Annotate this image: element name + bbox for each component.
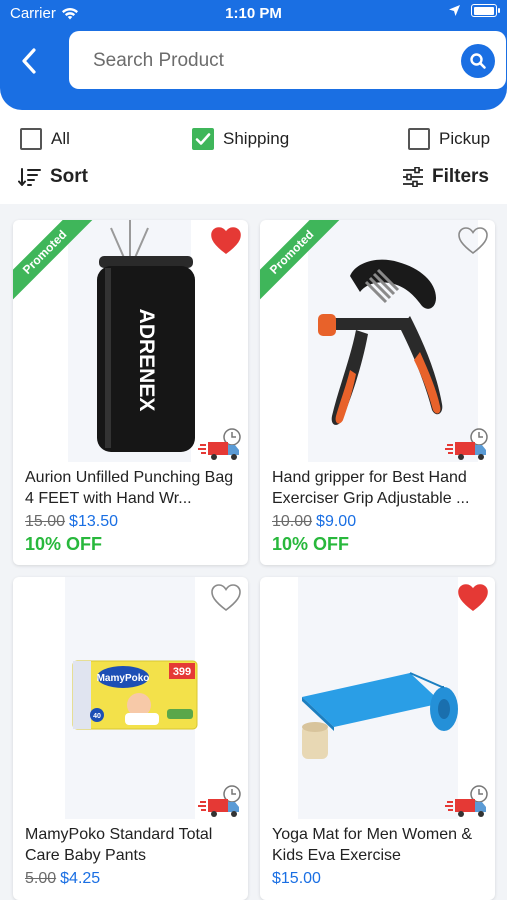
filter-option-shipping[interactable]: Shipping <box>192 128 289 150</box>
back-button[interactable] <box>14 44 44 78</box>
product-title: Yoga Mat for Men Women & Kids Eva Exerci… <box>272 826 473 864</box>
sort-icon <box>18 168 41 186</box>
filter-sliders-icon <box>402 167 423 187</box>
delivery-truck-icon <box>198 428 241 460</box>
original-price: 5.00 <box>25 870 57 887</box>
product-image: MamyPoko 399 40 <box>13 577 248 819</box>
sale-price: $15.00 <box>272 870 321 887</box>
checkbox-all[interactable] <box>20 128 42 150</box>
search-input[interactable] <box>93 47 443 75</box>
checkmark-icon <box>195 133 211 145</box>
original-price: 10.00 <box>272 513 313 530</box>
heart-icon[interactable] <box>210 226 242 256</box>
sort-label: Sort <box>50 166 88 187</box>
discount-label: 10% OFF <box>272 534 350 554</box>
product-title: MamyPoko Standard Total Care Baby Pants <box>25 826 213 864</box>
filter-option-pickup[interactable]: Pickup <box>408 128 490 150</box>
product-title: Aurion Unfilled Punching Bag 4 FEET with… <box>25 469 234 507</box>
checkbox-shipping[interactable] <box>192 128 214 150</box>
product-card[interactable]: Promoted Hand gripper for Best Hand Exer… <box>260 220 495 565</box>
location-arrow-icon <box>449 5 460 16</box>
heart-icon[interactable] <box>457 226 489 256</box>
heart-icon[interactable] <box>457 583 489 613</box>
delivery-truck-icon <box>445 785 488 817</box>
delivery-truck-icon <box>198 785 241 817</box>
brand-text: ADRENEX <box>135 309 158 412</box>
sort-button[interactable]: Sort <box>18 166 88 188</box>
filter-option-label: Shipping <box>223 129 290 148</box>
filter-option-label: Pickup <box>439 129 491 148</box>
app-header: Carrier 1:10 PM <box>0 0 507 110</box>
search-icon <box>470 53 486 69</box>
search-bar <box>69 31 506 89</box>
baby-pants-image: MamyPoko 399 40 <box>65 577 198 819</box>
status-time: 1:10 PM <box>225 5 282 22</box>
product-grid: ADRENEX Promoted Aurion Unfilled Punchin… <box>0 204 507 900</box>
filters-button[interactable]: Filters <box>402 166 489 188</box>
pack-count-text: 40 <box>93 713 101 720</box>
product-title: Hand gripper for Best Hand Exerciser Gri… <box>272 469 470 507</box>
search-button[interactable] <box>461 44 495 78</box>
filter-option-all[interactable]: All <box>20 128 70 150</box>
sale-price: $4.25 <box>60 870 101 887</box>
sort-filter-bar: Sort Filters <box>0 166 507 194</box>
delivery-truck-icon <box>445 428 488 460</box>
yoga-mat-image <box>298 577 458 819</box>
sale-price: $13.50 <box>69 513 118 530</box>
product-card[interactable]: ADRENEX Promoted Aurion Unfilled Punchin… <box>13 220 248 565</box>
pack-price-text: 399 <box>173 666 191 678</box>
filter-option-label: All <box>51 129 70 148</box>
product-image: Promoted <box>260 220 495 462</box>
product-card[interactable]: MamyPoko 399 40 MamyPoko Standard Total … <box>13 577 248 900</box>
original-price: 15.00 <box>25 513 66 530</box>
discount-label: 10% OFF <box>25 534 103 554</box>
heart-icon[interactable] <box>210 583 242 613</box>
status-bar: Carrier 1:10 PM <box>0 0 507 28</box>
product-image: ADRENEX Promoted <box>13 220 248 462</box>
sale-price: $9.00 <box>316 513 357 530</box>
product-image <box>260 577 495 819</box>
battery-level <box>473 6 494 15</box>
back-arrow-icon <box>22 48 36 74</box>
checkbox-pickup[interactable] <box>408 128 430 150</box>
battery-icon <box>471 4 500 17</box>
filters-label: Filters <box>431 166 489 187</box>
brand-text: MamyPoko <box>97 673 150 684</box>
product-card[interactable]: Yoga Mat for Men Women & Kids Eva Exerci… <box>260 577 495 900</box>
